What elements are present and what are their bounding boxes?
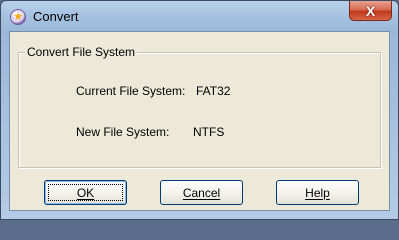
window-title: Convert bbox=[33, 9, 79, 24]
close-button[interactable]: X bbox=[349, 1, 392, 21]
title-bar[interactable]: ★ Convert X bbox=[1, 1, 398, 31]
group-title: Convert File System bbox=[25, 45, 138, 59]
dialog-body: Convert File System Current File System:… bbox=[9, 31, 390, 211]
close-icon: X bbox=[365, 2, 376, 19]
ok-button[interactable]: OK bbox=[44, 180, 127, 205]
convert-file-system-group: Convert File System bbox=[18, 45, 381, 168]
focus-ring bbox=[48, 184, 123, 201]
convert-dialog: ★ Convert X Convert File System Current … bbox=[0, 0, 399, 220]
new-file-system-value: NTFS bbox=[193, 125, 225, 139]
current-file-system-label: Current File System: bbox=[76, 84, 186, 98]
cancel-button-label: Cancel bbox=[182, 185, 221, 200]
cancel-button[interactable]: Cancel bbox=[160, 180, 243, 205]
current-file-system-value: FAT32 bbox=[196, 84, 231, 98]
app-icon: ★ bbox=[10, 9, 26, 25]
help-button-label: Help bbox=[305, 185, 330, 200]
new-file-system-label: New File System: bbox=[76, 125, 170, 139]
help-button[interactable]: Help bbox=[276, 180, 359, 205]
